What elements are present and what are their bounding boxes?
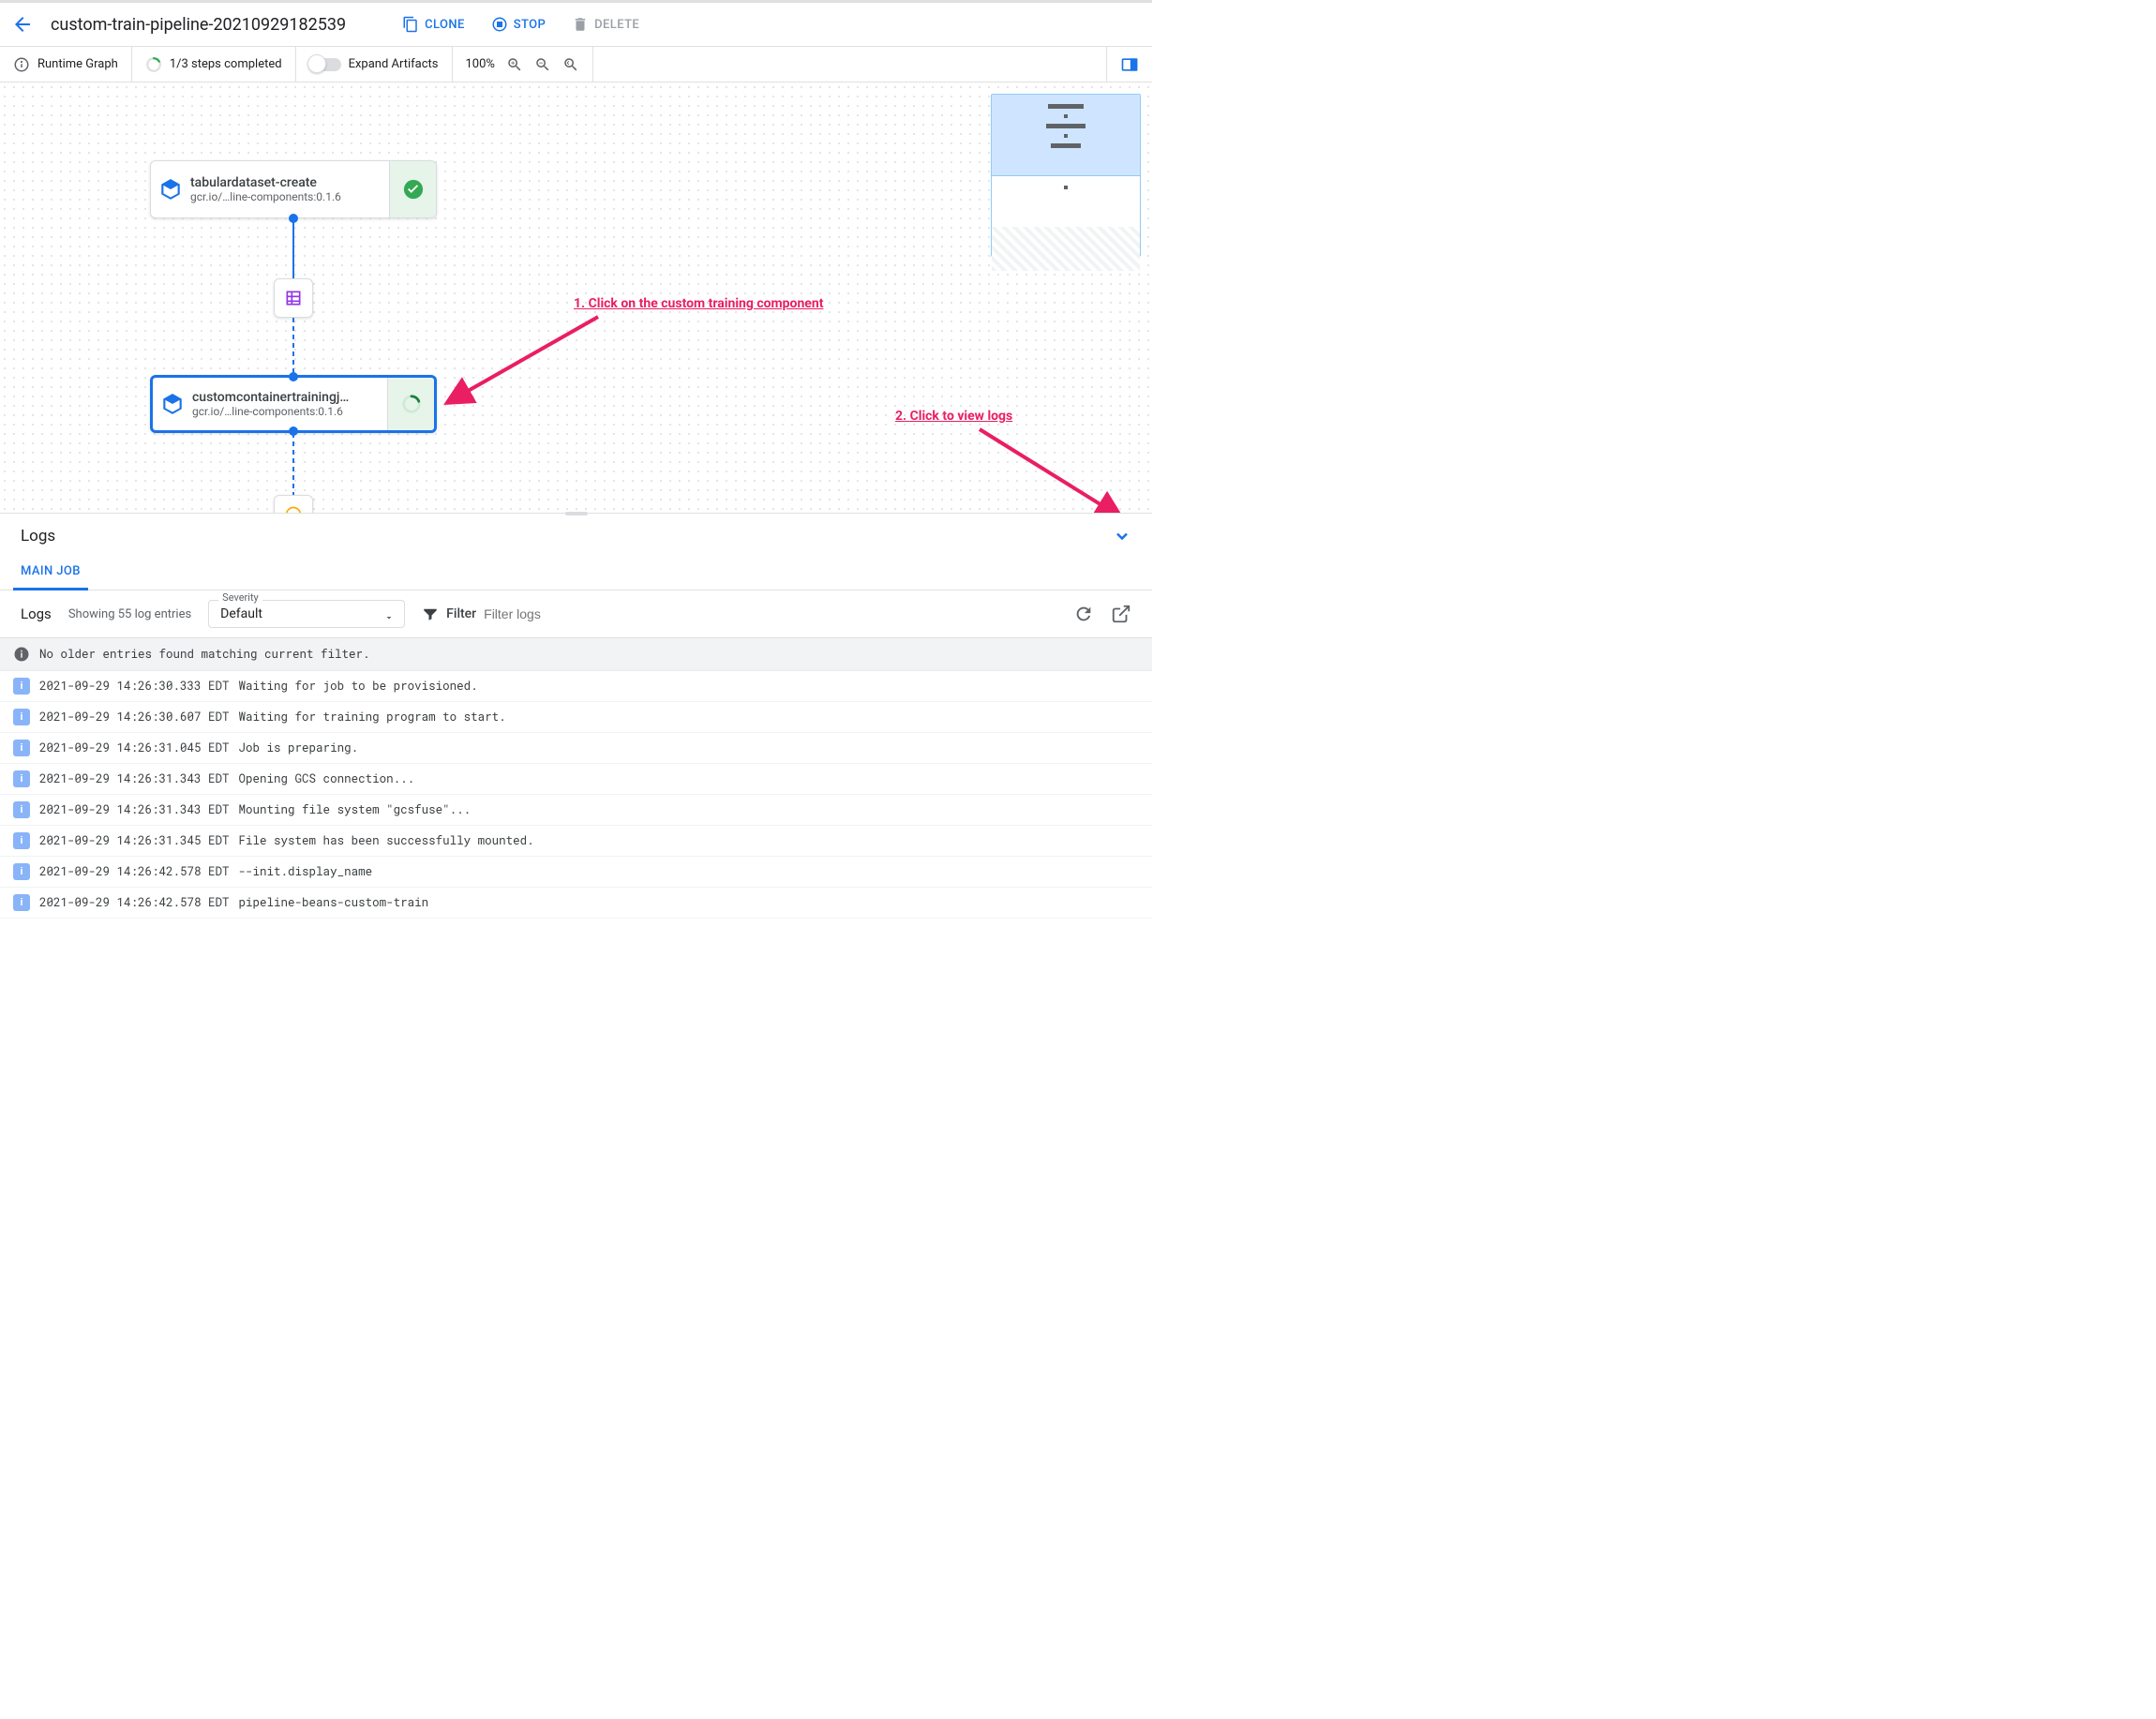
log-message: File system has been successfully mounte… [239, 833, 534, 848]
pipeline-canvas[interactable]: tabulardataset-create gcr.io/…line-compo… [0, 82, 1152, 514]
node-title: tabulardataset-create [190, 175, 389, 190]
panel-icon [1120, 55, 1139, 74]
zoom-reset-icon[interactable] [562, 56, 579, 73]
annotation-1: 1. Click on the custom training componen… [574, 296, 823, 311]
node-subtitle: gcr.io/…line-components:0.1.6 [192, 405, 387, 418]
pending-icon [284, 505, 303, 514]
clone-button[interactable]: Clone [393, 10, 474, 38]
log-row[interactable]: i 2021-09-29 14:26:31.045 EDT Job is prepa… [0, 733, 1152, 764]
zoom-out-icon[interactable] [534, 56, 551, 73]
progress-circle-icon [401, 394, 422, 414]
back-arrow-icon[interactable] [11, 13, 34, 36]
info-badge-icon: i [13, 678, 30, 695]
stop-icon [491, 16, 508, 33]
node-status-success [389, 161, 436, 217]
open-external-icon[interactable] [1111, 604, 1131, 624]
logs-subtitle: Logs [21, 605, 52, 622]
log-row[interactable]: i 2021-09-29 14:26:31.343 EDT Opening GCS … [0, 764, 1152, 795]
log-message: Job is preparing. [239, 740, 359, 755]
log-row[interactable]: i 2021-09-29 14:26:42.578 EDT --init.displ… [0, 857, 1152, 888]
header-bar: custom-train-pipeline-20210929182539 Clo… [0, 0, 1152, 47]
log-row[interactable]: i 2021-09-29 14:26:30.607 EDT Waiting for … [0, 702, 1152, 733]
log-message: Waiting for job to be provisioned. [239, 679, 478, 694]
log-timestamp: 2021-09-29 14:26:42.578 EDT [39, 895, 230, 910]
info-icon [13, 56, 30, 73]
refresh-icon[interactable] [1073, 604, 1094, 624]
search-area [592, 47, 1106, 82]
log-timestamp: 2021-09-29 14:26:30.333 EDT [39, 679, 230, 694]
log-timestamp: 2021-09-29 14:26:42.578 EDT [39, 864, 230, 879]
logs-toolbar: Logs Showing 55 log entries Severity Def… [0, 590, 1152, 638]
info-badge-icon: i [13, 770, 30, 787]
log-row[interactable]: i 2021-09-29 14:26:42.578 EDT pipeline-bea… [0, 888, 1152, 919]
side-panel-toggle[interactable] [1106, 47, 1152, 82]
log-banner-text: No older entries found matching current … [39, 647, 370, 662]
stop-button[interactable]: Stop [482, 10, 555, 38]
tab-main-job[interactable]: MAIN JOB [13, 555, 88, 590]
log-message: Mounting file system "gcsfuse"... [239, 802, 472, 817]
logs-count: Showing 55 log entries [68, 607, 191, 621]
cube-icon [160, 392, 185, 416]
info-badge-icon: i [13, 832, 30, 849]
node-customcontainertrainingjob[interactable]: customcontainertrainingj… gcr.io/…line-c… [150, 375, 437, 433]
delete-button[interactable]: Delete [562, 10, 649, 38]
log-row[interactable]: i 2021-09-29 14:26:31.343 EDT Mounting fil… [0, 795, 1152, 826]
info-badge-icon: i [13, 709, 30, 725]
logs-title: Logs [21, 527, 55, 546]
page-title: custom-train-pipeline-20210929182539 [51, 15, 346, 35]
log-rows: i 2021-09-29 14:26:30.333 EDT Waiting for … [0, 671, 1152, 919]
log-timestamp: 2021-09-29 14:26:31.345 EDT [39, 833, 230, 848]
info-badge-icon: i [13, 863, 30, 880]
expand-artifacts-toggle[interactable]: Expand Artifacts [296, 47, 453, 82]
subtoolbar: Runtime Graph 1/3 steps completed Expand… [0, 47, 1152, 82]
log-timestamp: 2021-09-29 14:26:31.045 EDT [39, 740, 230, 755]
expand-logs-icon[interactable] [1113, 527, 1131, 546]
node-subtitle: gcr.io/…line-components:0.1.6 [190, 190, 389, 203]
info-badge-icon: i [13, 740, 30, 756]
zoom-controls: 100% [453, 47, 592, 82]
annotation-2: 2. Click to view logs [895, 409, 1012, 424]
filter-label: Filter [446, 606, 476, 621]
artifact-node[interactable] [274, 495, 313, 514]
chevron-down-icon [383, 612, 395, 623]
progress-icon [145, 56, 162, 73]
severity-select[interactable]: Severity Default [208, 600, 405, 628]
filter-input[interactable] [484, 606, 653, 621]
filter-wrap: Filter [422, 605, 653, 622]
info-badge-icon: i [13, 894, 30, 911]
node-title: customcontainertrainingj… [192, 390, 387, 405]
steps-completed: 1/3 steps completed [132, 47, 296, 82]
drag-handle[interactable] [565, 512, 588, 516]
log-timestamp: 2021-09-29 14:26:31.343 EDT [39, 771, 230, 786]
node-status-running [387, 378, 434, 430]
logs-tabs: MAIN JOB [0, 555, 1152, 590]
log-banner: No older entries found matching current … [0, 638, 1152, 671]
dataset-icon [284, 289, 303, 307]
logs-panel-header: Logs [0, 514, 1152, 555]
delete-icon [572, 16, 589, 33]
toggle-switch[interactable] [309, 58, 341, 71]
runtime-graph-label: Runtime Graph [0, 47, 132, 82]
log-timestamp: 2021-09-29 14:26:31.343 EDT [39, 802, 230, 817]
zoom-in-icon[interactable] [506, 56, 523, 73]
log-message: Waiting for training program to start. [239, 710, 506, 725]
clone-icon [402, 16, 419, 33]
node-tabulardataset-create[interactable]: tabulardataset-create gcr.io/…line-compo… [150, 160, 437, 218]
info-badge-icon: i [13, 801, 30, 818]
info-solid-icon [13, 646, 30, 663]
log-message: Opening GCS connection... [239, 771, 415, 786]
log-row[interactable]: i 2021-09-29 14:26:31.345 EDT File system … [0, 826, 1152, 857]
minimap[interactable] [991, 94, 1141, 257]
check-circle-icon [403, 179, 424, 200]
log-row[interactable]: i 2021-09-29 14:26:30.333 EDT Waiting for … [0, 671, 1152, 702]
log-message: --init.display_name [239, 864, 373, 879]
cube-icon [158, 177, 183, 202]
log-message: pipeline-beans-custom-train [239, 895, 429, 910]
log-timestamp: 2021-09-29 14:26:30.607 EDT [39, 710, 230, 725]
artifact-node[interactable] [274, 278, 313, 318]
filter-icon [422, 605, 439, 622]
zoom-percent: 100% [466, 57, 495, 71]
